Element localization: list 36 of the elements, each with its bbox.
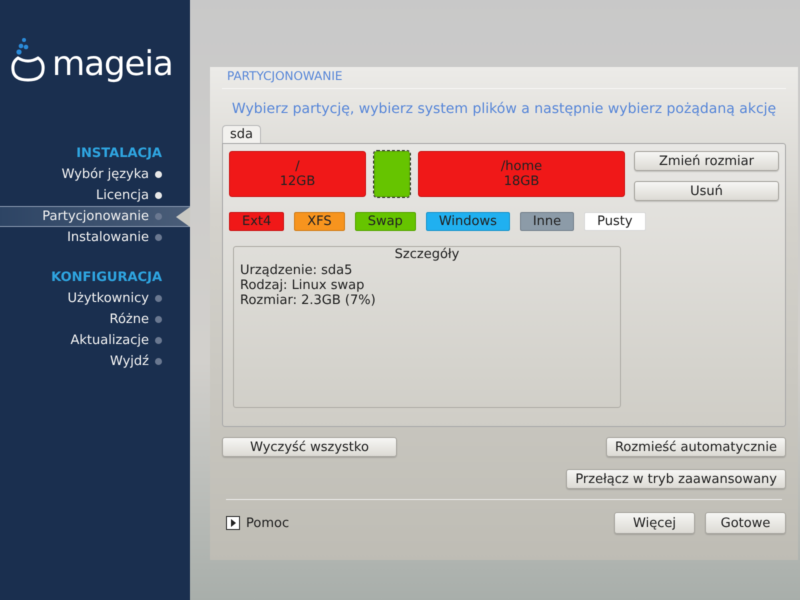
filesystem-legend-tag: Windows [426, 212, 510, 231]
sidebar-item[interactable]: Aktualizacje [0, 330, 190, 351]
flask-logo-icon [10, 36, 46, 82]
section-heading: KONFIGURACJA [50, 269, 163, 287]
partition-block[interactable]: / 12GB [229, 151, 366, 197]
sidebar-item[interactable]: Instalowanie [0, 227, 190, 248]
sidebar-item[interactable]: Użytkownicy [0, 288, 190, 309]
partition-block[interactable]: /home 18GB [418, 151, 625, 197]
partition-block[interactable] [374, 151, 410, 197]
detail-line: Rozmiar: 2.3GB (7%) [240, 293, 377, 308]
page-title: PARTYCJONOWANIE [226, 68, 344, 83]
details-title: Szczegóły [394, 247, 460, 263]
filesystem-legend-tag: Ext4 [229, 212, 284, 231]
filesystem-legend-tag: Pusty [584, 212, 646, 231]
sidebar-item[interactable]: Różne [0, 309, 190, 330]
dialog-button[interactable]: Więcej [614, 512, 695, 534]
help-expander[interactable]: Pomoc [222, 516, 290, 530]
filesystem-legend-tag: XFS [294, 212, 345, 231]
logo-wordmark: mageia [52, 46, 173, 82]
sidebar-item[interactable]: Wybór języka [0, 164, 190, 185]
sidebar-item[interactable]: Wyjdź [0, 351, 190, 372]
detail-line: Rodzaj: Linux swap [240, 278, 366, 293]
section-heading: INSTALACJA [75, 145, 163, 163]
dialog-button[interactable]: Gotowe [705, 512, 786, 534]
auto-allocate-button[interactable]: Rozmieść automatycznie [606, 437, 786, 457]
advanced-mode-button[interactable]: Przełącz w tryb zaawansowany [566, 469, 786, 489]
partition-action-button[interactable]: Zmień rozmiar [634, 151, 779, 171]
clear-all-button[interactable]: Wyczyść wszystko [222, 437, 397, 457]
sidebar-item[interactable]: Licencja [0, 185, 190, 206]
disk-tab[interactable]: sda [222, 125, 261, 143]
partition-action-button[interactable]: Usuń [634, 181, 779, 201]
filesystem-legend-tag: Swap [354, 212, 416, 231]
sidebar-item[interactable]: Partycjonowanie [0, 206, 190, 227]
filesystem-legend-tag: Inne [520, 212, 574, 231]
detail-line: Urządzenie: sda5 [240, 263, 354, 278]
page-subtitle: Wybierz partycję, wybierz system plików a następnie wybierz pożądaną akcję [230, 100, 778, 119]
